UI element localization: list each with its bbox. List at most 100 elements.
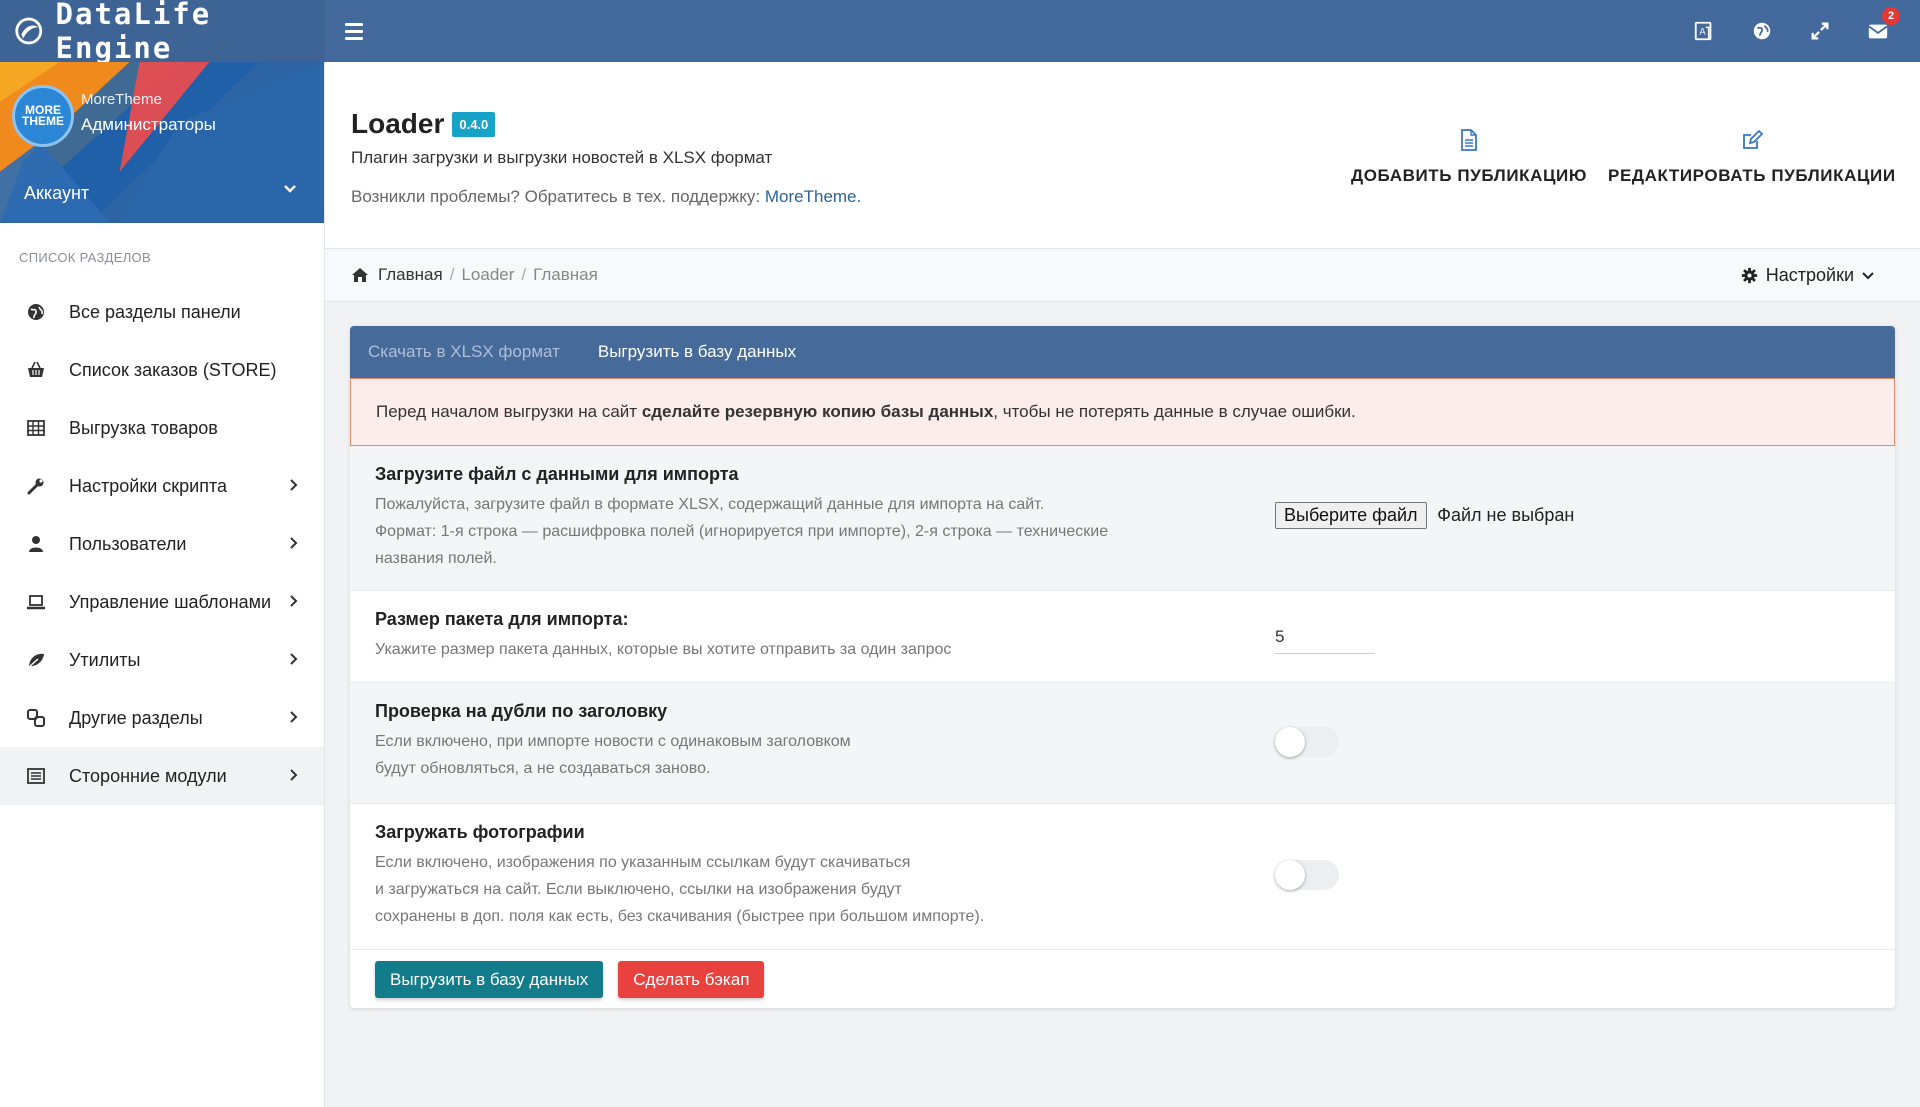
row-description: Пожалуйста, загрузите файл в формате XLS… <box>375 496 1109 567</box>
chevron-right-icon <box>290 595 298 607</box>
profile-name: MoreTheme <box>81 91 162 108</box>
mail-badge: 2 <box>1882 7 1900 25</box>
chevron-right-icon <box>290 769 298 781</box>
page-title: Loader <box>351 108 445 139</box>
sidebar-item-all-sections[interactable]: Все разделы панели <box>0 283 324 341</box>
page-subtitle: Плагин загрузки и выгрузки новостей в XL… <box>351 148 773 167</box>
batch-size-row: Размер пакета для импорта: Укажите разме… <box>350 591 1895 683</box>
sidebar-item-templates[interactable]: Управление шаблонами <box>0 573 324 631</box>
breadcrumb-current: Главная <box>533 265 598 284</box>
row-description: Укажите размер пакета данных, которые вы… <box>375 641 952 658</box>
globe-icon <box>1753 22 1771 40</box>
sidebar-item-utilities[interactable]: Утилиты <box>0 631 324 689</box>
make-backup-button[interactable]: Сделать бэкап <box>618 961 765 998</box>
add-publication-button[interactable]: ДОБАВИТЬ ПУБЛИКАЦИЮ <box>1351 128 1587 186</box>
breadcrumb-home[interactable]: Главная <box>351 265 443 285</box>
chevron-down-icon <box>1862 271 1874 279</box>
row-title: Проверка на дубли по заголовку <box>375 701 668 721</box>
list-icon <box>27 768 45 784</box>
sidebar-item-label: Сторонние модули <box>69 765 227 786</box>
load-photos-toggle[interactable] <box>1275 860 1339 890</box>
sidebar-section-title: СПИСОК РАЗДЕЛОВ <box>19 250 151 265</box>
site-button[interactable] <box>1750 19 1774 43</box>
row-title: Загрузите файл с данными для импорта <box>375 464 739 484</box>
sidebar-item-users[interactable]: Пользователи <box>0 515 324 573</box>
support-link[interactable]: MoreTheme. <box>765 187 861 206</box>
user-icon <box>29 536 43 552</box>
language-button[interactable]: A <box>1692 19 1716 43</box>
settings-dropdown[interactable]: Настройки <box>1741 265 1874 286</box>
duplicate-check-toggle[interactable] <box>1275 727 1339 757</box>
laptop-icon <box>27 595 45 610</box>
hamburger-icon <box>345 22 363 26</box>
basket-icon <box>28 361 44 377</box>
sidebar-item-label: Утилиты <box>69 649 141 670</box>
chevron-right-icon <box>290 653 298 665</box>
fullscreen-button[interactable] <box>1808 19 1832 43</box>
dle-logo-icon <box>15 17 43 45</box>
sidebar-item-label: Список заказов (STORE) <box>69 359 277 380</box>
chevron-right-icon <box>290 479 298 491</box>
chevron-right-icon <box>290 711 298 723</box>
translate-icon: A <box>1694 21 1712 41</box>
tab-bar: Скачать в XLSX формат Выгрузить в базу д… <box>350 326 1895 378</box>
wrench-icon <box>27 478 44 495</box>
brand-name: DataLife Engine <box>55 0 212 65</box>
sidebar-item-label: Пользователи <box>69 533 187 554</box>
table-icon <box>27 420 45 436</box>
choose-file-button[interactable]: Выберите файл <box>1275 502 1427 529</box>
row-description: Если включено, при импорте новости с оди… <box>375 733 851 777</box>
expand-icon <box>1811 22 1829 40</box>
sidebar-item-script-settings[interactable]: Настройки скрипта <box>0 457 324 515</box>
profile-card: MORE THEME MoreTheme Администраторы Акка… <box>0 62 324 223</box>
sidebar-item-label: Выгрузка товаров <box>69 417 218 438</box>
sidebar-item-other-sections[interactable]: Другие разделы <box>0 689 324 747</box>
breadcrumb-module[interactable]: Loader <box>461 265 514 285</box>
avatar: MORE THEME <box>12 85 74 147</box>
home-icon <box>352 268 368 282</box>
row-description: Если включено, изображения по указанным … <box>375 854 985 925</box>
edit-publications-button[interactable]: РЕДАКТИРОВАТЬ ПУБЛИКАЦИИ <box>1608 128 1896 186</box>
leaf-icon <box>28 653 44 668</box>
svg-text:A: A <box>1699 27 1706 38</box>
document-icon <box>1461 129 1477 151</box>
profile-role: Администраторы <box>81 115 216 134</box>
file-status: Файл не выбран <box>1437 505 1575 525</box>
gear-icon <box>1741 267 1757 284</box>
sidebar-item-label: Настройки скрипта <box>69 475 228 496</box>
account-label: Аккаунт <box>24 183 90 203</box>
tab-upload-db[interactable]: Выгрузить в базу данных <box>598 342 796 362</box>
version-badge: 0.4.0 <box>452 111 496 137</box>
account-dropdown[interactable]: Аккаунт <box>0 164 324 223</box>
row-title: Загружать фотографии <box>375 822 585 842</box>
file-upload-row: Загрузите файл с данными для импорта Пож… <box>350 446 1895 591</box>
menu-toggle-button[interactable] <box>345 17 373 45</box>
row-title: Размер пакета для импорта: <box>375 609 629 629</box>
breadcrumb: Главная / Loader / Главная Настройки <box>325 249 1920 302</box>
globe-icon <box>28 304 44 320</box>
sidebar-item-label: Управление шаблонами <box>69 591 272 612</box>
upload-to-db-button[interactable]: Выгрузить в базу данных <box>375 961 604 998</box>
top-navbar: DataLife Engine A 2 <box>0 0 1920 65</box>
form-actions: Выгрузить в базу данных Сделать бэкап <box>375 961 765 998</box>
file-input: Выберите файл Файл не выбран <box>1275 502 1574 529</box>
backup-warning-alert: Перед началом выгрузки на сайт сделайте … <box>350 378 1895 446</box>
chevron-down-icon <box>284 185 296 193</box>
messages-button[interactable]: 2 <box>1866 7 1900 43</box>
photos-row: Загружать фотографии Если включено, изоб… <box>350 804 1895 950</box>
tab-download-xlsx[interactable]: Скачать в XLSX формат <box>368 342 560 362</box>
duplicate-check-row: Проверка на дубли по заголовку Если вклю… <box>350 683 1895 804</box>
sidebar-item-third-party-modules[interactable]: Сторонние модули <box>0 747 324 805</box>
link-icon <box>27 709 45 727</box>
sidebar-item-label: Другие разделы <box>69 707 203 728</box>
page-header: Loader 0.4.0 Плагин загрузки и выгрузки … <box>325 62 1920 249</box>
edit-icon <box>1742 129 1764 149</box>
sidebar: MORE THEME MoreTheme Администраторы Акка… <box>0 62 325 1107</box>
support-text: Возникли проблемы? Обратитесь в тех. под… <box>351 187 862 206</box>
batch-size-input[interactable] <box>1275 623 1375 654</box>
sidebar-item-orders[interactable]: Список заказов (STORE) <box>0 341 324 399</box>
sidebar-item-goods-export[interactable]: Выгрузка товаров <box>0 399 324 457</box>
chevron-right-icon <box>290 537 298 549</box>
brand[interactable]: DataLife Engine <box>0 0 325 65</box>
loader-panel: Скачать в XLSX формат Выгрузить в базу д… <box>350 326 1895 1008</box>
